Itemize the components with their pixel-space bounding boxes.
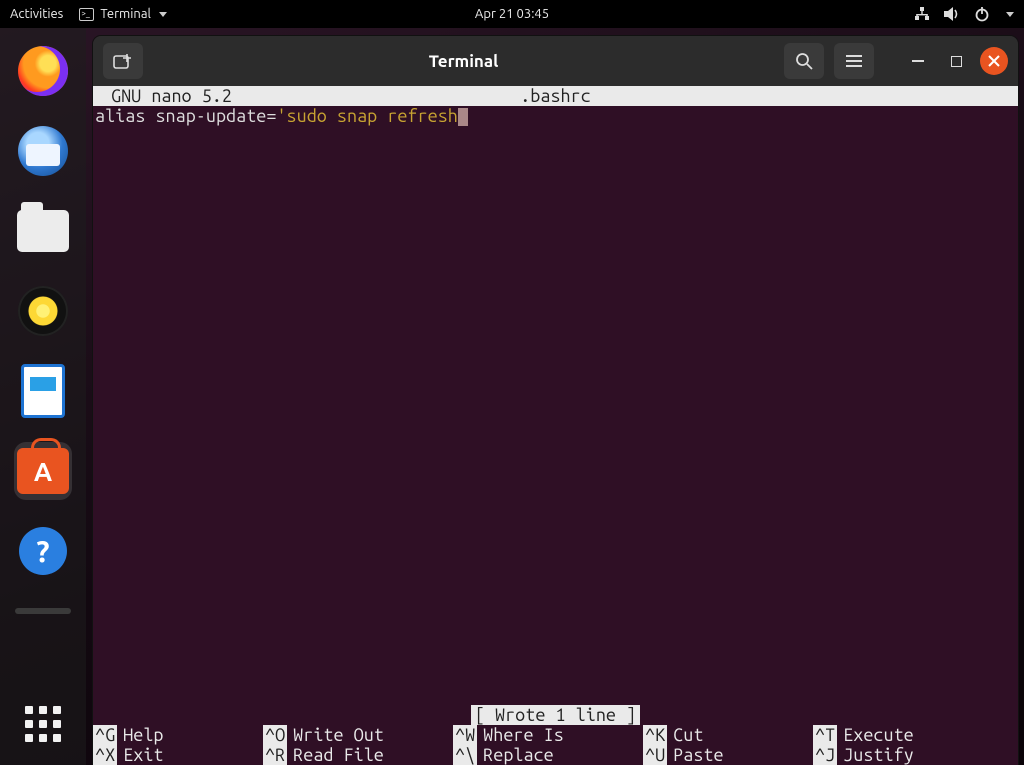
code-text: alias snap-update= xyxy=(95,106,276,126)
nano-header: GNU nano 5.2 .bashrc xyxy=(93,86,1018,106)
shortcut-label: Where Is xyxy=(483,725,564,745)
shortcut-label: Cut xyxy=(673,725,703,745)
folder-icon xyxy=(17,210,69,252)
shortcut-label: Execute xyxy=(843,725,914,745)
search-button[interactable] xyxy=(784,43,824,79)
document-icon xyxy=(21,364,65,418)
dock-help[interactable]: ? xyxy=(14,522,72,580)
dock-thunderbird[interactable] xyxy=(14,122,72,180)
shortcut-key: ^X xyxy=(93,745,117,765)
show-applications-button[interactable] xyxy=(20,701,66,747)
nano-status: [ Wrote 1 line ] xyxy=(93,705,1018,725)
firefox-icon xyxy=(18,46,68,96)
shortcut-key: ^O xyxy=(263,725,287,745)
window-titlebar: Terminal xyxy=(93,36,1018,86)
dock-firefox[interactable] xyxy=(14,42,72,100)
maximize-button[interactable] xyxy=(942,47,970,75)
new-tab-button[interactable] xyxy=(103,43,143,79)
dock-libreoffice[interactable] xyxy=(14,362,72,420)
nano-editor-body[interactable]: alias snap-update='sudo snap refresh xyxy=(93,106,1018,126)
help-icon: ? xyxy=(19,527,67,575)
chevron-down-icon xyxy=(1006,12,1014,17)
maximize-icon xyxy=(951,56,962,67)
app-menu-label: Terminal xyxy=(100,7,151,21)
shortcut-key: ^\ xyxy=(453,745,477,765)
shortcut-key: ^T xyxy=(813,725,837,745)
nano-version: GNU nano 5.2 xyxy=(101,86,232,106)
speaker-icon xyxy=(18,286,68,336)
system-status-area[interactable] xyxy=(914,6,1014,22)
shortcut-label: Help xyxy=(123,725,163,745)
gnome-topbar: Activities >_ Terminal Apr 21 03:45 xyxy=(0,0,1024,28)
shortcut-key: ^W xyxy=(453,725,477,745)
shortcut-label: Read File xyxy=(293,745,384,765)
volume-icon xyxy=(944,7,960,21)
app-menu[interactable]: >_ Terminal xyxy=(79,7,167,21)
shortcut-key: ^U xyxy=(643,745,667,765)
dock-files[interactable] xyxy=(14,202,72,260)
shortcut-label: Paste xyxy=(673,745,723,765)
minimize-icon xyxy=(912,60,924,62)
hamburger-menu-button[interactable] xyxy=(834,43,874,79)
network-icon xyxy=(914,7,930,21)
nano-shortcut-row: ^G Help ^O Write Out ^W Where Is ^K Cut ^T Ex… xyxy=(93,725,1018,745)
shortcut-label: Justify xyxy=(843,745,914,765)
dock-rhythmbox[interactable] xyxy=(14,282,72,340)
shortcut-key: ^J xyxy=(813,745,837,765)
terminal-content[interactable]: GNU nano 5.2 .bashrc alias snap-update='… xyxy=(93,86,1018,765)
close-button[interactable] xyxy=(980,47,1008,75)
minimize-button[interactable] xyxy=(904,47,932,75)
text-cursor xyxy=(458,108,468,126)
clock[interactable]: Apr 21 03:45 xyxy=(475,7,549,21)
dock-ubuntu-software[interactable]: A xyxy=(14,442,72,500)
nano-filename: .bashrc xyxy=(520,86,591,106)
power-icon xyxy=(974,6,990,22)
dock: A ? xyxy=(0,28,86,765)
nano-footer: [ Wrote 1 line ] ^G Help ^O Write Out ^W Wh… xyxy=(93,705,1018,765)
shopping-bag-icon: A xyxy=(17,448,69,494)
window-title: Terminal xyxy=(153,52,774,71)
shortcut-key: ^R xyxy=(263,745,287,765)
chevron-down-icon xyxy=(159,12,167,17)
shortcut-key: ^K xyxy=(643,725,667,745)
nano-shortcut-row: ^X Exit ^R Read File ^\ Replace ^U Paste ^J J… xyxy=(93,745,1018,765)
code-string: 'sudo snap refresh xyxy=(276,106,457,126)
shortcut-label: Write Out xyxy=(293,725,384,745)
close-icon xyxy=(988,55,1000,67)
dock-separator xyxy=(15,608,71,614)
thunderbird-icon xyxy=(18,126,68,176)
terminal-window: Terminal GNU nano 5.2 .bashrc alias snap… xyxy=(93,36,1018,765)
terminal-icon: >_ xyxy=(79,8,94,21)
shortcut-label: Replace xyxy=(483,745,554,765)
shortcut-label: Exit xyxy=(123,745,163,765)
activities-button[interactable]: Activities xyxy=(10,7,63,21)
shortcut-key: ^G xyxy=(93,725,117,745)
